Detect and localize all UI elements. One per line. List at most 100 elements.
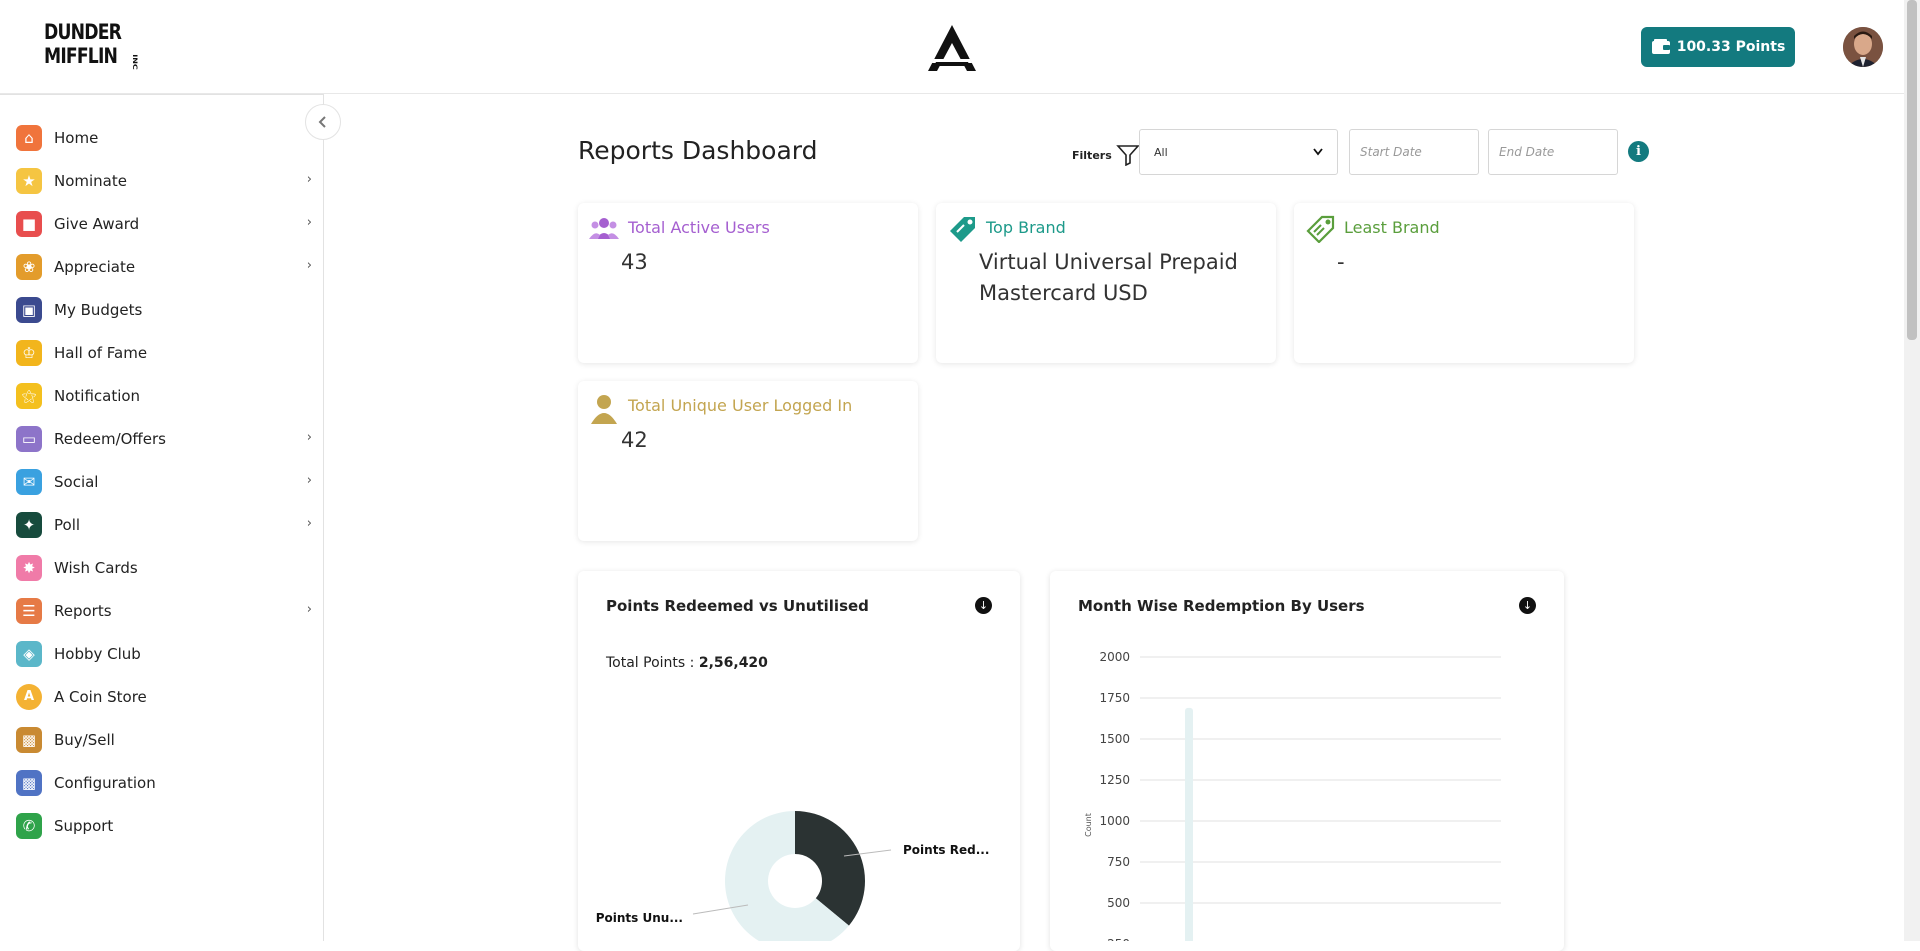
least-brand-card: Least Brand - — [1294, 203, 1634, 363]
slice-label: Points Unu... — [596, 911, 683, 925]
home-icon: ⌂ — [16, 124, 42, 151]
phone-icon: ✆ — [16, 812, 42, 839]
sidebar-item-label: Notification — [54, 386, 141, 405]
stat-value: Virtual Universal Prepaid Mastercard USD — [979, 250, 1238, 305]
stat-value: - — [1337, 250, 1345, 274]
stat-value: 42 — [621, 428, 648, 452]
sidebar-item-nominate[interactable]: ★ Nominate › — [0, 159, 324, 202]
chevron-right-icon: › — [306, 430, 312, 445]
filters-label[interactable]: Filters — [1072, 144, 1140, 166]
y-tick-label: 1750 — [1099, 691, 1130, 705]
sidebar-item-home[interactable]: ⌂ Home — [0, 116, 324, 159]
wallet-icon — [1651, 39, 1670, 54]
bar[interactable] — [1185, 707, 1193, 941]
sidebar-item-label: Poll — [54, 515, 81, 534]
start-date-placeholder: Start Date — [1360, 145, 1422, 159]
clipboard-icon: ☰ — [16, 597, 42, 624]
sidebar-item-label: Configuration — [54, 773, 156, 792]
sidebar-item-social[interactable]: ✉ Social › — [0, 460, 324, 503]
monitor-icon: ▩ — [16, 769, 42, 796]
user-avatar[interactable] — [1843, 27, 1883, 67]
filter-select-value: All — [1154, 145, 1168, 159]
sidebar-item-my-budgets[interactable]: ▣ My Budgets — [0, 288, 324, 331]
y-tick-label: 1250 — [1099, 773, 1130, 787]
sidebar-item-wish-cards[interactable]: ✸ Wish Cards — [0, 546, 324, 589]
user-icon — [591, 395, 617, 424]
dunder-mifflin-logo[interactable]: DUNDER MIFFLIN INC — [44, 20, 139, 76]
brand-line-1: DUNDER — [44, 20, 122, 44]
start-date-input[interactable]: Start Date — [1349, 129, 1479, 175]
chevron-right-icon: › — [306, 172, 312, 187]
sidebar-item-notification[interactable]: ⚝ Notification — [0, 374, 324, 417]
stat-title: Top Brand — [986, 218, 1066, 237]
sidebar-item-label: Nominate — [54, 171, 127, 190]
total-active-users-card: Total Active Users 43 — [578, 203, 918, 363]
chevron-right-icon: › — [306, 516, 312, 531]
app-a-logo-icon[interactable] — [924, 22, 980, 74]
sidebar-item-reports[interactable]: ☰ Reports › — [0, 589, 324, 632]
end-date-placeholder: End Date — [1499, 145, 1555, 159]
filter-select[interactable]: All — [1139, 129, 1338, 175]
sidebar-item-label: Hobby Club — [54, 644, 141, 663]
points-balance-button[interactable]: 100.33 Points — [1641, 27, 1795, 67]
brand-line-2: MIFFLIN — [44, 44, 118, 68]
sidebar-item-label: Redeem/Offers — [54, 429, 166, 448]
sidebar-item-label: Hall of Fame — [54, 343, 148, 362]
stat-title: Total Unique User Logged In — [628, 396, 853, 415]
filter-funnel-icon — [1115, 145, 1140, 166]
price-tag-icon — [950, 217, 975, 242]
coin-icon: A — [16, 683, 42, 710]
avatar-image — [1843, 27, 1883, 67]
filters-text: Filters — [1072, 148, 1112, 162]
sidebar-item-poll[interactable]: ✦ Poll › — [0, 503, 324, 546]
sidebar-item-hobby-club[interactable]: ◈ Hobby Club — [0, 632, 324, 675]
trophy-icon: ★ — [16, 167, 42, 194]
end-date-input[interactable]: End Date — [1488, 129, 1618, 175]
sidebar-item-label: Social — [54, 472, 99, 491]
month-wise-redemption-panel: Month Wise Redemption By Users ↓ 2000 175… — [1050, 571, 1564, 951]
y-tick-label: 1500 — [1099, 732, 1130, 746]
scrollbar-thumb[interactable] — [1907, 0, 1917, 340]
chevron-right-icon: › — [306, 602, 312, 617]
total-unique-logged-in-card: Total Unique User Logged In 42 — [578, 381, 918, 541]
sidebar-item-hall-of-fame[interactable]: ♔ Hall of Fame — [0, 331, 324, 374]
slice-label: Points Red... — [903, 843, 989, 857]
sidebar-item-redeem-offers[interactable]: ▭ Redeem/Offers › — [0, 417, 324, 460]
info-icon[interactable]: i — [1628, 141, 1649, 162]
sidebar-item-label: Reports — [54, 601, 112, 620]
sidebar-item-a-coin-store[interactable]: A A Coin Store — [0, 675, 324, 718]
bar-chart: 2000 1750 1500 1250 1000 750 500 250 Count — [1084, 650, 1501, 941]
chevron-right-icon: › — [306, 258, 312, 273]
sidebar-item-appreciate[interactable]: ❀ Appreciate › — [0, 245, 324, 288]
points-redeemed-panel: Points Redeemed vs Unutilised ↓ Total Po… — [578, 571, 1020, 951]
y-tick-label: 500 — [1107, 896, 1130, 910]
sidebar-item-label: A Coin Store — [54, 687, 147, 706]
sidebar-collapse-button[interactable] — [305, 104, 341, 140]
shopping-bag-icon: ▩ — [16, 726, 42, 753]
y-tick-label: 750 — [1107, 855, 1130, 869]
page-title: Reports Dashboard — [578, 136, 818, 165]
chevron-left-icon — [318, 116, 326, 128]
y-tick-label: 2000 — [1099, 650, 1130, 664]
stat-value: 43 — [621, 250, 648, 274]
sidebar-item-give-award[interactable]: ■ Give Award › — [0, 202, 324, 245]
sidebar-item-configuration[interactable]: ▩ Configuration — [0, 761, 324, 804]
wallet-icon: ▣ — [16, 296, 42, 323]
brand-suffix: INC — [131, 54, 139, 70]
page-scrollbar[interactable] — [1904, 0, 1920, 941]
stat-title: Total Active Users — [628, 218, 770, 237]
sidebar-item-label: Appreciate — [54, 257, 136, 276]
ribbon-icon: ❀ — [16, 253, 42, 280]
y-tick-label: 250 — [1107, 937, 1130, 941]
sidebar-item-support[interactable]: ✆ Support — [0, 804, 324, 847]
users-group-icon — [589, 218, 619, 239]
crown-icon: ♔ — [16, 339, 42, 366]
y-tick-label: 1000 — [1099, 814, 1130, 828]
sidebar-item-label: Give Award — [54, 214, 140, 233]
gift-icon: ■ — [16, 210, 42, 237]
sidebar-item-label: Support — [54, 816, 114, 835]
bell-icon: ⚝ — [16, 382, 42, 409]
chevron-right-icon: › — [306, 473, 312, 488]
sidebar-item-buy-sell[interactable]: ▩ Buy/Sell — [0, 718, 324, 761]
donut-chart: Points Red... Points Unu... — [596, 811, 989, 941]
